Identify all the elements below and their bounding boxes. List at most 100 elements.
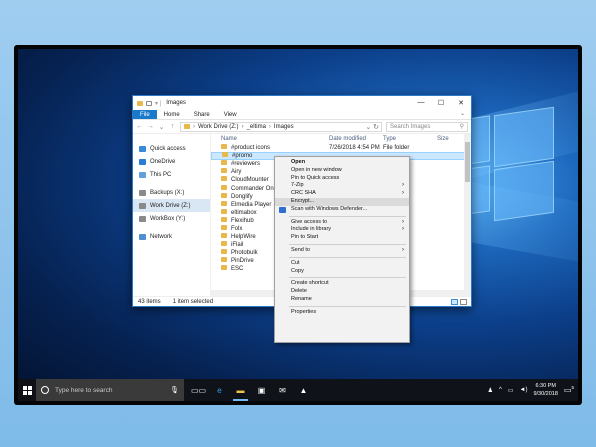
file-name: Folx	[231, 225, 243, 232]
folder-icon	[221, 224, 227, 230]
menu-item-label: Delete	[291, 288, 307, 295]
address-bar[interactable]: › Work Drive (Z:) › _eltima › Images ⌄ ↻	[180, 121, 382, 132]
refresh-icon[interactable]: ⌄ ↻	[365, 123, 381, 131]
windows-defender-shield-icon	[279, 206, 286, 213]
menu-separator	[289, 305, 406, 307]
menu-item-7-zip[interactable]: 7-Zip ›	[275, 182, 409, 190]
show-hidden-icons-icon[interactable]: ^	[499, 387, 502, 393]
file-row[interactable]: #product icons 7/26/2018 4:54 PM File fold…	[211, 144, 471, 152]
menu-item-include-in-library[interactable]: Include in library ›	[275, 226, 409, 234]
search-input[interactable]: Search Images ⚲	[386, 121, 468, 132]
file-explorer-icon[interactable]: ▬	[230, 379, 251, 401]
tab-share[interactable]: Share	[187, 110, 217, 119]
menu-item-cut[interactable]: Cut	[275, 260, 409, 268]
menu-item-give-access-to[interactable]: Give access to ›	[275, 219, 409, 227]
menu-item-encrypt[interactable]: Encrypt...	[275, 197, 409, 206]
column-name[interactable]: Name	[215, 136, 329, 142]
menu-item-pin-to-quick-access[interactable]: Pin to Quick access	[275, 175, 409, 183]
back-icon[interactable]: ←	[136, 123, 143, 130]
menu-item-send-to[interactable]: Send to ›	[275, 247, 409, 255]
nav-item[interactable]: Work Drive (Z:)	[133, 199, 210, 212]
menu-item-scan-with-windows-defender[interactable]: Scan with Windows Defender...	[275, 206, 409, 214]
nav-item[interactable]: Backups (X:)	[133, 186, 210, 199]
nav-item[interactable]: Network	[133, 230, 210, 243]
nav-item[interactable]: This PC	[133, 168, 210, 181]
submenu-arrow-icon: ›	[402, 182, 404, 189]
menu-item-create-shortcut[interactable]: Create shortcut	[275, 280, 409, 288]
forward-icon[interactable]: →	[147, 123, 154, 130]
menu-item-open[interactable]: Open	[275, 159, 409, 167]
people-icon[interactable]: ♟	[488, 387, 493, 394]
recent-locations-icon[interactable]: ⌄	[158, 123, 165, 131]
folder-icon	[221, 176, 227, 182]
file-name: Donglify	[231, 193, 253, 200]
scroll-thumb[interactable]	[465, 142, 470, 182]
context-menu[interactable]: Open Open in new window Pin to Quick acces…	[274, 156, 410, 343]
menu-item-rename[interactable]: Rename	[275, 296, 409, 304]
menu-item-properties[interactable]: Properties	[275, 309, 409, 317]
store-icon[interactable]: ▣	[251, 379, 272, 401]
file-name: Flexihub	[231, 217, 254, 224]
network-icon[interactable]: ▭	[508, 387, 514, 394]
column-date-modified[interactable]: Date modified	[329, 136, 383, 142]
file-name: Airy	[231, 169, 242, 176]
up-icon[interactable]: ↑	[169, 123, 176, 130]
navigation-pane[interactable]: Quick access OneDrive This PC Backups (X:) W…	[133, 134, 211, 296]
properties-icon[interactable]	[146, 100, 152, 106]
star-icon	[139, 145, 146, 152]
menu-item-delete[interactable]: Delete	[275, 288, 409, 296]
column-size[interactable]: Size	[437, 136, 467, 142]
drive-icon	[139, 189, 146, 196]
folder-icon	[184, 124, 190, 129]
file-name: #reviewers	[231, 161, 261, 168]
breadcrumb-work-drive[interactable]: Work Drive (Z:)	[198, 124, 239, 130]
computer-icon	[139, 171, 146, 178]
tab-view[interactable]: View	[217, 110, 244, 119]
nav-item[interactable]: Quick access	[133, 142, 210, 155]
desktop[interactable]: ▾ | Images — ☐ ✕ File Home Share View ⌄ …	[18, 49, 578, 401]
microphone-icon[interactable]: 🎙	[170, 386, 179, 394]
start-button[interactable]	[18, 379, 36, 401]
vertical-scrollbar[interactable]	[464, 134, 471, 296]
breadcrumb-eltima[interactable]: _eltima	[247, 124, 266, 130]
nav-item-label: OneDrive	[150, 158, 176, 165]
tab-file[interactable]: File	[133, 110, 157, 119]
maximize-button[interactable]: ☐	[431, 99, 451, 107]
details-view-icon[interactable]	[451, 298, 458, 305]
volume-icon[interactable]: ◄)	[520, 387, 528, 393]
menu-item-open-in-new-window[interactable]: Open in new window	[275, 167, 409, 175]
clock[interactable]: 6:30 PM 9/30/2018	[533, 382, 557, 398]
menu-item-copy[interactable]: Copy	[275, 268, 409, 276]
action-center-icon[interactable]: ▭5	[564, 385, 574, 395]
file-name: ESC	[231, 266, 244, 273]
large-icons-view-icon[interactable]	[460, 298, 467, 305]
nav-item-label: Backups (X:)	[150, 189, 185, 196]
close-button[interactable]: ✕	[451, 99, 471, 107]
taskbar-search-box[interactable]: Type here to search 🎙	[36, 379, 184, 401]
nav-item[interactable]: WorkBox (Y:)	[133, 212, 210, 225]
submenu-arrow-icon: ›	[402, 218, 404, 225]
breadcrumb-images[interactable]: Images	[274, 124, 294, 130]
mail-icon[interactable]: ✉	[272, 379, 293, 401]
photos-icon[interactable]: ▲	[293, 379, 314, 401]
ribbon-expand-icon[interactable]: ⌄	[460, 110, 471, 119]
file-name: PinDrive	[231, 258, 254, 265]
selection-count: 1 item selected	[172, 298, 214, 305]
menu-item-label: Send to	[291, 246, 310, 253]
menu-item-pin-to-start[interactable]: Pin to Start	[275, 234, 409, 242]
title-bar[interactable]: ▾ | Images — ☐ ✕	[133, 96, 471, 110]
clock-date: 9/30/2018	[533, 391, 558, 397]
column-type[interactable]: Type	[383, 136, 437, 142]
menu-item-label: Open in new window	[291, 166, 342, 173]
nav-item[interactable]: OneDrive	[133, 155, 210, 168]
menu-item-crc-sha[interactable]: CRC SHA ›	[275, 190, 409, 198]
cortana-icon	[41, 386, 49, 394]
menu-separator	[289, 256, 406, 258]
edge-icon[interactable]: e	[209, 379, 230, 401]
tab-home[interactable]: Home	[157, 110, 187, 119]
menu-item-label: Pin to Start	[291, 234, 319, 241]
clock-time: 6:30 PM	[535, 383, 556, 389]
menu-item-label: Open	[291, 159, 306, 165]
task-view-icon[interactable]: ▭▭	[188, 379, 209, 401]
minimize-button[interactable]: —	[411, 99, 431, 107]
